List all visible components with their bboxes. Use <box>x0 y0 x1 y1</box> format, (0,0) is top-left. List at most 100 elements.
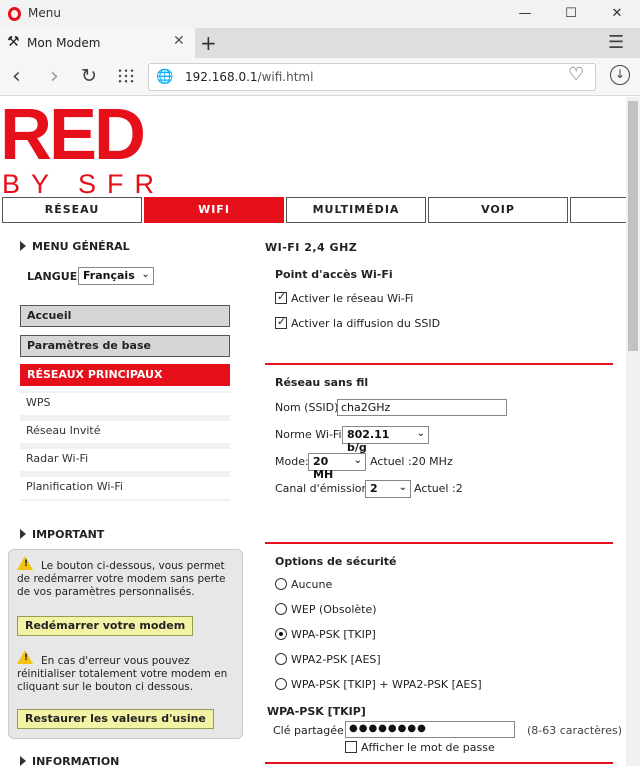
show-password-label: Afficher le mot de passe <box>361 741 495 754</box>
tab-menu-icon[interactable]: ☰ <box>608 32 624 53</box>
langue-label: LANGUE <box>27 270 78 283</box>
enable-wifi-checkbox[interactable] <box>275 290 287 304</box>
logo-by-sfr: BY SFR <box>2 169 166 199</box>
enable-ssid-label: Activer la diffusion du SSID <box>291 317 441 330</box>
channel-label: Canal d'émission: <box>275 482 373 495</box>
ssid-label: Nom (SSID): <box>275 401 343 414</box>
download-icon[interactable]: ↓ <box>610 65 630 85</box>
radio-wpa-label: WPA-PSK [TKIP] <box>291 628 376 641</box>
ssid-input[interactable]: cha2GHz <box>337 399 507 416</box>
restart-modem-button[interactable]: Redémarrer votre modem <box>17 616 194 636</box>
norme-select[interactable]: 802.11 b/g ⌄ <box>342 426 429 454</box>
security-option-mixed[interactable]: WPA-PSK [TKIP] + WPA2-PSK [AES] <box>275 678 482 691</box>
radio-mixed[interactable] <box>275 678 287 690</box>
opera-logo-icon[interactable] <box>8 7 21 21</box>
key-hint: (8-63 caractères) <box>527 724 623 737</box>
radio-wpa2[interactable] <box>275 653 287 665</box>
wireless-heading: Réseau sans fil <box>275 376 369 389</box>
address-toolbar: ‹ › ↻ 🌐 192.168.0.1/wifi.html <box>0 58 640 96</box>
tab-bar: ⚒ Mon Modem ✕ + ☰ <box>0 28 640 58</box>
back-icon[interactable]: ‹ <box>12 64 21 89</box>
window-titlebar: Menu — ☐ ✕ <box>0 0 640 28</box>
page-title: WI-FI 2,4 GHZ <box>265 241 358 254</box>
new-tab-button[interactable]: + <box>200 31 217 55</box>
sidebar-item-accueil[interactable]: Accueil <box>20 305 230 327</box>
security-heading: Options de sécurité <box>275 555 397 568</box>
security-option-wpa[interactable]: WPA-PSK [TKIP] <box>275 628 376 641</box>
divider <box>265 762 613 764</box>
access-point-heading: Point d'accès Wi-Fi <box>275 268 393 281</box>
channel-actual: Actuel :2 <box>414 482 463 495</box>
minimize-button[interactable]: — <box>502 0 548 28</box>
radio-none-label: Aucune <box>291 578 333 591</box>
enable-ssid-checkbox[interactable] <box>275 315 287 329</box>
radio-wep-label: WEP (Obsolète) <box>291 603 377 616</box>
nav-tab-securite[interactable]: SÉ <box>570 197 626 223</box>
nav-tab-voip[interactable]: VOIP <box>428 197 568 223</box>
show-password-row[interactable]: Afficher le mot de passe <box>345 741 495 754</box>
radio-wpa2-label: WPA2-PSK [AES] <box>291 653 381 666</box>
security-option-wpa2[interactable]: WPA2-PSK [AES] <box>275 653 381 666</box>
key-input[interactable]: ●●●●●●●● <box>345 721 515 738</box>
triangle-right-icon <box>20 241 26 251</box>
radio-mixed-label: WPA-PSK [TKIP] + WPA2-PSK [AES] <box>291 678 482 691</box>
chevron-down-icon: ⌄ <box>141 269 150 280</box>
divider <box>265 542 613 544</box>
logo-red[interactable]: RED <box>0 99 146 171</box>
url-text[interactable]: 192.168.0.1/wifi.html <box>185 70 313 84</box>
important-heading[interactable]: IMPORTANT <box>20 528 104 541</box>
speed-dial-icon[interactable] <box>117 68 135 84</box>
security-option-wep[interactable]: WEP (Obsolète) <box>275 603 377 616</box>
sidebar-item-planification[interactable]: Planification Wi-Fi <box>20 477 230 499</box>
show-password-checkbox[interactable] <box>345 741 357 753</box>
nav-tab-reseau[interactable]: RÉSEAU <box>2 197 142 223</box>
enable-ssid-row[interactable]: Activer la diffusion du SSID <box>275 315 441 330</box>
mode-label: Mode: <box>275 455 309 468</box>
information-label: INFORMATION <box>32 755 120 766</box>
langue-value: Français <box>83 269 135 282</box>
key-label: Clé partagée: <box>273 724 348 737</box>
mode-select[interactable]: 20 MH ⌄ <box>308 453 366 481</box>
forward-icon[interactable]: › <box>50 64 59 89</box>
scrollbar-thumb[interactable] <box>628 101 638 351</box>
sidebar-item-reseau-invite[interactable]: Réseau Invité <box>20 421 230 443</box>
url-host: 192.168.0.1 <box>185 70 258 84</box>
radio-none[interactable] <box>275 578 287 590</box>
chevron-down-icon: ⌄ <box>353 455 362 466</box>
divider <box>265 363 613 365</box>
sidebar-item-radar-wifi[interactable]: Radar Wi-Fi <box>20 449 230 471</box>
sidebar-item-parametres[interactable]: Paramètres de base <box>20 335 230 357</box>
scrollbar[interactable] <box>626 97 640 766</box>
radio-wpa[interactable] <box>275 628 287 640</box>
window-title: Menu <box>28 6 61 20</box>
wpa-heading: WPA-PSK [TKIP] <box>267 705 366 718</box>
tab-close-icon[interactable]: ✕ <box>173 33 185 49</box>
security-option-none[interactable]: Aucune <box>275 578 332 591</box>
mode-value: 20 MH <box>313 455 334 481</box>
heart-icon[interactable]: ♡ <box>568 64 584 85</box>
norme-label: Norme Wi-Fi: <box>275 428 346 441</box>
reload-icon[interactable]: ↻ <box>81 65 97 87</box>
main-nav: RÉSEAU WIFI MULTIMÉDIA VOIP SÉ <box>0 197 626 223</box>
menu-general-heading[interactable]: MENU GÉNÉRAL <box>20 240 130 253</box>
langue-select[interactable]: Français ⌄ <box>78 267 154 285</box>
factory-reset-button[interactable]: Restaurer les valeurs d'usine <box>17 709 214 729</box>
information-heading[interactable]: INFORMATION <box>20 755 119 766</box>
radio-wep[interactable] <box>275 603 287 615</box>
close-window-button[interactable]: ✕ <box>594 0 640 28</box>
nav-tab-multimedia[interactable]: MULTIMÉDIA <box>286 197 426 223</box>
chevron-down-icon: ⌄ <box>416 428 425 439</box>
sidebar-item-reseaux-principaux[interactable]: RÉSEAUX PRINCIPAUX <box>20 364 230 386</box>
mode-actual: Actuel :20 MHz <box>370 455 453 468</box>
browser-tab[interactable]: ⚒ Mon Modem ✕ <box>0 28 195 58</box>
tools-icon: ⚒ <box>7 34 20 50</box>
globe-icon: 🌐 <box>156 69 174 85</box>
address-bar[interactable]: 🌐 192.168.0.1/wifi.html <box>148 63 596 91</box>
triangle-right-icon <box>20 756 26 766</box>
nav-tab-wifi[interactable]: WIFI <box>144 197 284 223</box>
sidebar-item-wps[interactable]: WPS <box>20 393 230 415</box>
enable-wifi-row[interactable]: Activer le réseau Wi-Fi <box>275 290 413 305</box>
important-text-factory: En cas d'erreur vous pouvez réinitialise… <box>17 655 228 693</box>
channel-select[interactable]: 2 ⌄ <box>365 480 411 498</box>
maximize-button[interactable]: ☐ <box>548 0 594 28</box>
